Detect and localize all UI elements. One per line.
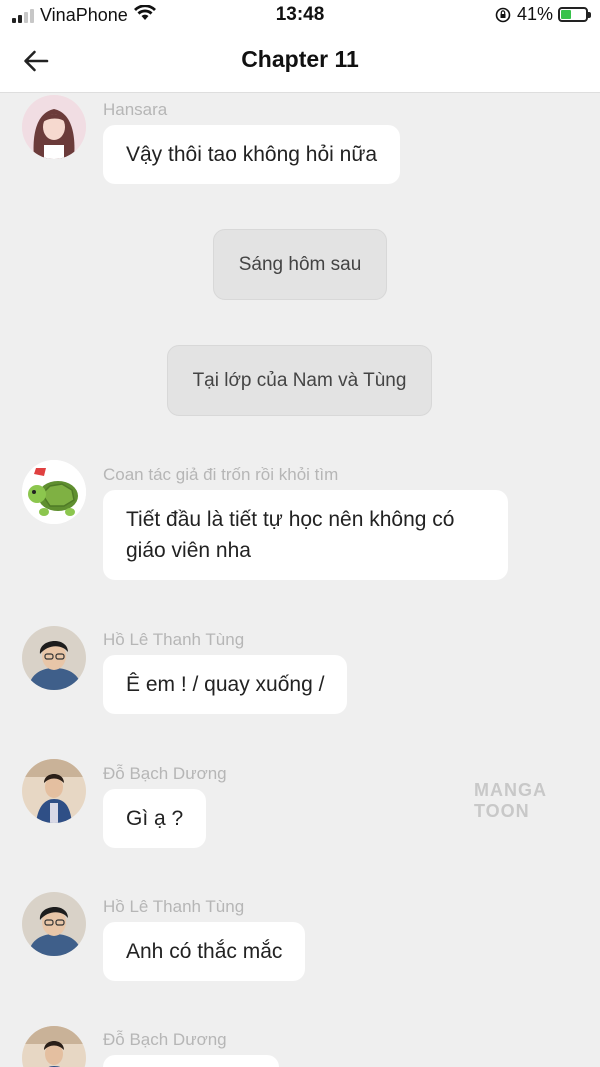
battery-charging-icon [558,7,591,22]
sender-name: Coan tác giả đi trốn rồi khỏi tìm [103,465,339,484]
avatar[interactable] [22,759,86,823]
page-title: Chapter 11 [241,46,359,72]
avatar[interactable] [22,95,86,159]
sender-name: Hồ Lê Thanh Tùng [103,897,245,916]
message-bubble: Gì ạ ? [103,789,207,848]
message-bubble: Tiết đầu là tiết tự học nên không có giá… [103,490,508,580]
avatar[interactable] [22,1026,86,1067]
narration-box: Sáng hôm sau [213,229,387,300]
sender-name: Hansara [103,100,168,119]
message-bubble [103,1055,279,1067]
message-bubble: Vậy thôi tao không hỏi nữa [103,125,401,184]
message-bubble: Anh có thắc mắc [103,922,306,981]
rotation-lock-icon [495,7,511,23]
sender-name: Đỗ Bạch Dương [103,1030,227,1049]
chapter-header: Chapter 11 [0,30,600,93]
battery-percent: 41% [516,4,553,24]
avatar[interactable] [22,460,86,524]
sender-name: Đỗ Bạch Dương [103,764,227,783]
avatar[interactable] [22,626,86,690]
message-bubble: Ê em ! / quay xuống / [103,655,348,714]
narration-box: Tại lớp của Nam và Tùng [167,345,432,416]
status-bar: VinaPhone 13:48 41% [0,0,600,30]
battery-level [561,10,571,19]
watermark-logo: MANGA TOON [474,780,547,821]
avatar[interactable] [22,892,86,956]
status-right: 41% [495,4,591,25]
sender-name: Hồ Lê Thanh Tùng [103,630,245,649]
